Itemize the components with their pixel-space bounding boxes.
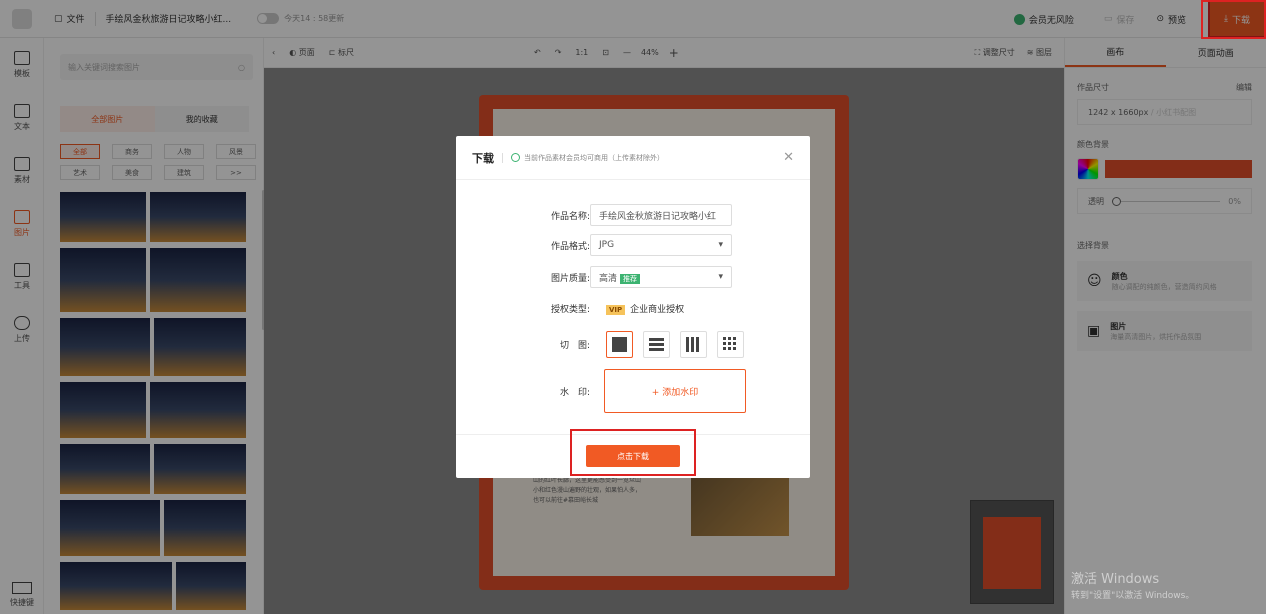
divider bbox=[502, 152, 503, 163]
grid-icon bbox=[723, 337, 738, 352]
cut-columns-option[interactable] bbox=[680, 331, 707, 358]
windows-activation-watermark: 激活 Windows 转到"设置"以激活 Windows。 bbox=[1071, 572, 1195, 601]
name-input[interactable]: 手绘风金秋旅游日记攻略小红 bbox=[590, 204, 732, 226]
cut-row: 切 图: bbox=[534, 331, 744, 358]
cut-rows-option[interactable] bbox=[643, 331, 670, 358]
recommend-badge: 推荐 bbox=[620, 273, 641, 284]
quality-select[interactable]: 高清 推荐 ▾ bbox=[590, 266, 732, 288]
license-type: 企业商业授权 bbox=[630, 305, 685, 315]
dialog-footer: 点击下载 bbox=[456, 434, 810, 478]
license-row: 授权类型: VIP 企业商业授权 bbox=[550, 305, 685, 315]
rows-icon bbox=[649, 338, 664, 351]
caret-down-icon: ▾ bbox=[718, 240, 723, 250]
cut-none-option[interactable] bbox=[606, 331, 633, 358]
name-row: 作品名称: 手绘风金秋旅游日记攻略小红 bbox=[534, 204, 732, 226]
cut-grid-option[interactable] bbox=[717, 331, 744, 358]
confirm-download-button[interactable]: 点击下载 bbox=[586, 445, 680, 467]
commercial-note: 当前作品素材会员均可商用（上传素材除外） bbox=[511, 153, 664, 163]
square-icon bbox=[612, 337, 627, 352]
format-row: 作品格式: JPG ▾ bbox=[534, 234, 732, 256]
add-watermark-button[interactable]: + 添加水印 bbox=[604, 369, 746, 413]
quality-row: 图片质量: 高清 推荐 ▾ bbox=[534, 266, 732, 288]
download-dialog: 下载 当前作品素材会员均可商用（上传素材除外） ✕ 作品名称: 手绘风金秋旅游日记… bbox=[456, 136, 810, 478]
watermark-row: 水 印: + 添加水印 bbox=[534, 369, 746, 413]
dialog-title: 下载 bbox=[472, 151, 494, 165]
format-select[interactable]: JPG ▾ bbox=[590, 234, 732, 256]
dialog-header: 下载 当前作品素材会员均可商用（上传素材除外） ✕ bbox=[456, 136, 810, 180]
columns-icon bbox=[686, 337, 701, 352]
vip-badge: VIP bbox=[606, 305, 626, 315]
caret-down-icon: ▾ bbox=[718, 272, 723, 282]
close-icon[interactable]: ✕ bbox=[783, 150, 794, 165]
check-circle-icon bbox=[511, 153, 520, 162]
